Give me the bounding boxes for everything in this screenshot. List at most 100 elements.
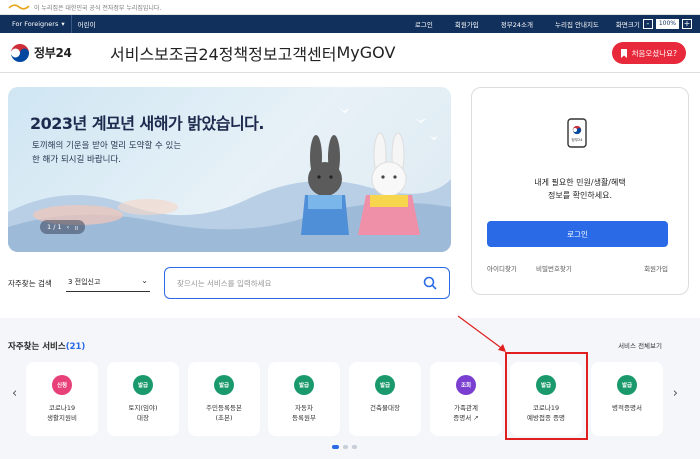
service-badge: 조회	[456, 375, 476, 395]
service-badge: 신청	[52, 375, 72, 395]
service-name: 병적증명서	[591, 403, 663, 413]
pager-count: 1 / 1	[47, 223, 62, 231]
pager-prev-button[interactable]: ‹	[67, 223, 70, 231]
service-name-line1: 병적증명서	[612, 404, 642, 412]
nav-services[interactable]: 서비스	[110, 41, 154, 65]
service-name-line2: (초본)	[215, 414, 233, 422]
find-password-link[interactable]: 비밀번호찾기	[536, 263, 572, 273]
official-site-text: 이 누리집은 대한민국 공식 전자정부 누리집입니다.	[34, 4, 162, 12]
service-badge: 발급	[294, 375, 314, 395]
zoom-control: 화면크기 - 100% +	[610, 19, 692, 29]
popular-search-label: 자주찾는 검색	[8, 279, 52, 288]
utility-bar: For Foreigners ▾ 어린이 로그인 회원가입 정부24소개 누리집 …	[0, 15, 700, 33]
service-card-military-certificate[interactable]: 발급 병적증명서	[591, 362, 663, 436]
service-name: 자동차등록원부	[268, 403, 340, 423]
service-card-resident-registration[interactable]: 발급 주민등록등본 (초본)	[188, 362, 260, 436]
login-message: 내게 필요한 민원/생활/혜택 정보를 확인하세요.	[472, 176, 688, 202]
login-link[interactable]: 로그인	[404, 19, 444, 29]
service-name-line1: 가족관계	[454, 404, 478, 412]
pager-pause-button[interactable]: ॥	[74, 223, 78, 232]
hero-title: 2023년 계묘년 새해가 밝았습니다.	[30, 114, 264, 133]
carousel-dot[interactable]	[332, 445, 339, 449]
frequent-services-title: 자주찾는 서비스(21)	[8, 340, 85, 352]
service-badge: 발급	[214, 375, 234, 395]
zoom-value: 100%	[655, 19, 679, 29]
nav-policy-info[interactable]: 정책정보	[219, 41, 278, 65]
login-msg-line1: 내게 필요한 민원/생활/혜택	[534, 178, 626, 187]
service-name: 주민등록등본 (초본)	[188, 403, 260, 423]
hero-description: 토끼해의 기운을 받아 멀리 도약할 수 있는 한 해가 되시길 바랍니다.	[32, 139, 232, 167]
service-name-line1: 주민등록등본	[206, 404, 242, 412]
nav-customer-center[interactable]: 고객센터	[278, 41, 337, 65]
government-emblem-icon	[11, 43, 29, 62]
frequent-services-label: 자주찾는 서비스	[8, 342, 66, 352]
service-name-line2: 증명서 ↗	[453, 414, 479, 422]
sitemap-link[interactable]: 누리집 안내지도	[544, 19, 610, 29]
caret-down-icon: ▾	[61, 20, 65, 28]
service-card-covid-living-support[interactable]: 신청 코로나19 생활지원비	[26, 362, 98, 436]
zoom-label: 화면크기	[615, 21, 640, 29]
logo-text: 정부24	[34, 46, 72, 60]
frequent-services-section: 자주찾는 서비스(21) 서비스 전체보기 ‹ › 신청 코로나19 생활지원비 …	[0, 318, 700, 459]
login-button[interactable]: 로그인	[487, 221, 668, 247]
login-msg-line2: 정보를 확인하세요.	[548, 191, 612, 200]
carousel-indicators	[332, 445, 357, 449]
find-id-link[interactable]: 아이디찾기	[487, 263, 517, 273]
signup-card-link[interactable]: 회원가입	[644, 263, 668, 273]
service-name-line2: 생활지원비	[47, 414, 77, 422]
mobile-phone-icon: 정부24	[567, 118, 587, 148]
search-placeholder: 찾으시는 서비스를 입력하세요	[177, 278, 272, 288]
service-card-vehicle-register[interactable]: 발급 자동차등록원부	[268, 362, 340, 436]
hero-desc-line1: 토끼해의 기운을 받아 멀리 도약할 수 있는	[32, 141, 182, 151]
login-card: 정부24 내게 필요한 민원/생활/혜택 정보를 확인하세요. 로그인 아이디찾…	[471, 87, 689, 295]
kids-link[interactable]: 어린이	[70, 15, 102, 33]
view-all-services-link[interactable]: 서비스 전체보기	[618, 340, 662, 350]
service-search-input[interactable]: 찾으시는 서비스를 입력하세요	[164, 267, 450, 299]
for-foreigners-label: For Foreigners	[12, 20, 59, 28]
service-name-line1: 건축물대장	[370, 404, 400, 412]
service-name-line1: 자동차	[295, 404, 313, 412]
for-foreigners-menu[interactable]: For Foreigners ▾	[6, 15, 71, 33]
chevron-down-icon: ⌄	[141, 276, 148, 285]
nav-mygov[interactable]: MyGOV	[336, 43, 395, 62]
signup-link[interactable]: 회원가입	[444, 19, 490, 29]
service-card-family-relation[interactable]: 조회 가족관계증명서 ↗	[430, 362, 502, 436]
service-name: 토지(임야) 대장	[107, 403, 179, 423]
frequent-services-count: (21)	[65, 342, 86, 352]
service-name: 코로나19 생활지원비	[26, 403, 98, 423]
service-name: 가족관계증명서 ↗	[430, 403, 502, 423]
annotation-arrow-icon	[457, 315, 506, 352]
service-card-building-register[interactable]: 발급 건축물대장	[349, 362, 421, 436]
hero-desc-line2: 한 해가 되시길 바랍니다.	[32, 155, 122, 165]
main-header: 정부24 서비스 보조금24 정책정보 고객센터 MyGOV 처음오셨나요?	[0, 33, 700, 73]
search-icon[interactable]	[423, 276, 437, 290]
service-name-line1: 토지(임야)	[128, 404, 158, 412]
phone-label: 정부24	[571, 137, 583, 142]
carousel-prev-button[interactable]: ‹	[12, 386, 17, 401]
service-badge: 발급	[133, 375, 153, 395]
about-link[interactable]: 정부24소개	[490, 19, 544, 29]
site-logo[interactable]: 정부24	[0, 43, 110, 63]
service-name: 건축물대장	[349, 403, 421, 413]
hero-banner[interactable]: 2023년 계묘년 새해가 밝았습니다. 토끼해의 기운을 받아 멀리 도약할 …	[8, 87, 451, 252]
annotation-highlight-box	[505, 352, 588, 440]
service-badge: 발급	[375, 375, 395, 395]
zoom-in-button[interactable]: +	[682, 19, 692, 29]
service-card-land-register[interactable]: 발급 토지(임야) 대장	[107, 362, 179, 436]
popular-search-value: 3 전입신고	[68, 277, 101, 286]
first-visit-label: 처음오셨나요?	[631, 48, 677, 58]
service-badge: 발급	[617, 375, 637, 395]
carousel-dot[interactable]	[343, 445, 348, 449]
hero-pager: 1 / 1 ‹ ॥	[40, 220, 86, 234]
nav-subsidy24[interactable]: 보조금24	[154, 41, 219, 65]
service-name-line2: 대장	[137, 414, 149, 422]
first-visit-button[interactable]: 처음오셨나요?	[611, 42, 686, 64]
service-name-line2: 등록원부	[292, 414, 316, 422]
taegeuk-icon	[8, 3, 30, 11]
carousel-dot[interactable]	[352, 445, 357, 449]
popular-search-select[interactable]: 3 전입신고 ⌄	[66, 272, 150, 292]
carousel-next-button[interactable]: ›	[673, 386, 678, 401]
official-site-banner: 이 누리집은 대한민국 공식 전자정부 누리집입니다.	[0, 0, 700, 15]
bookmark-icon	[620, 48, 627, 58]
zoom-out-button[interactable]: -	[642, 19, 653, 29]
